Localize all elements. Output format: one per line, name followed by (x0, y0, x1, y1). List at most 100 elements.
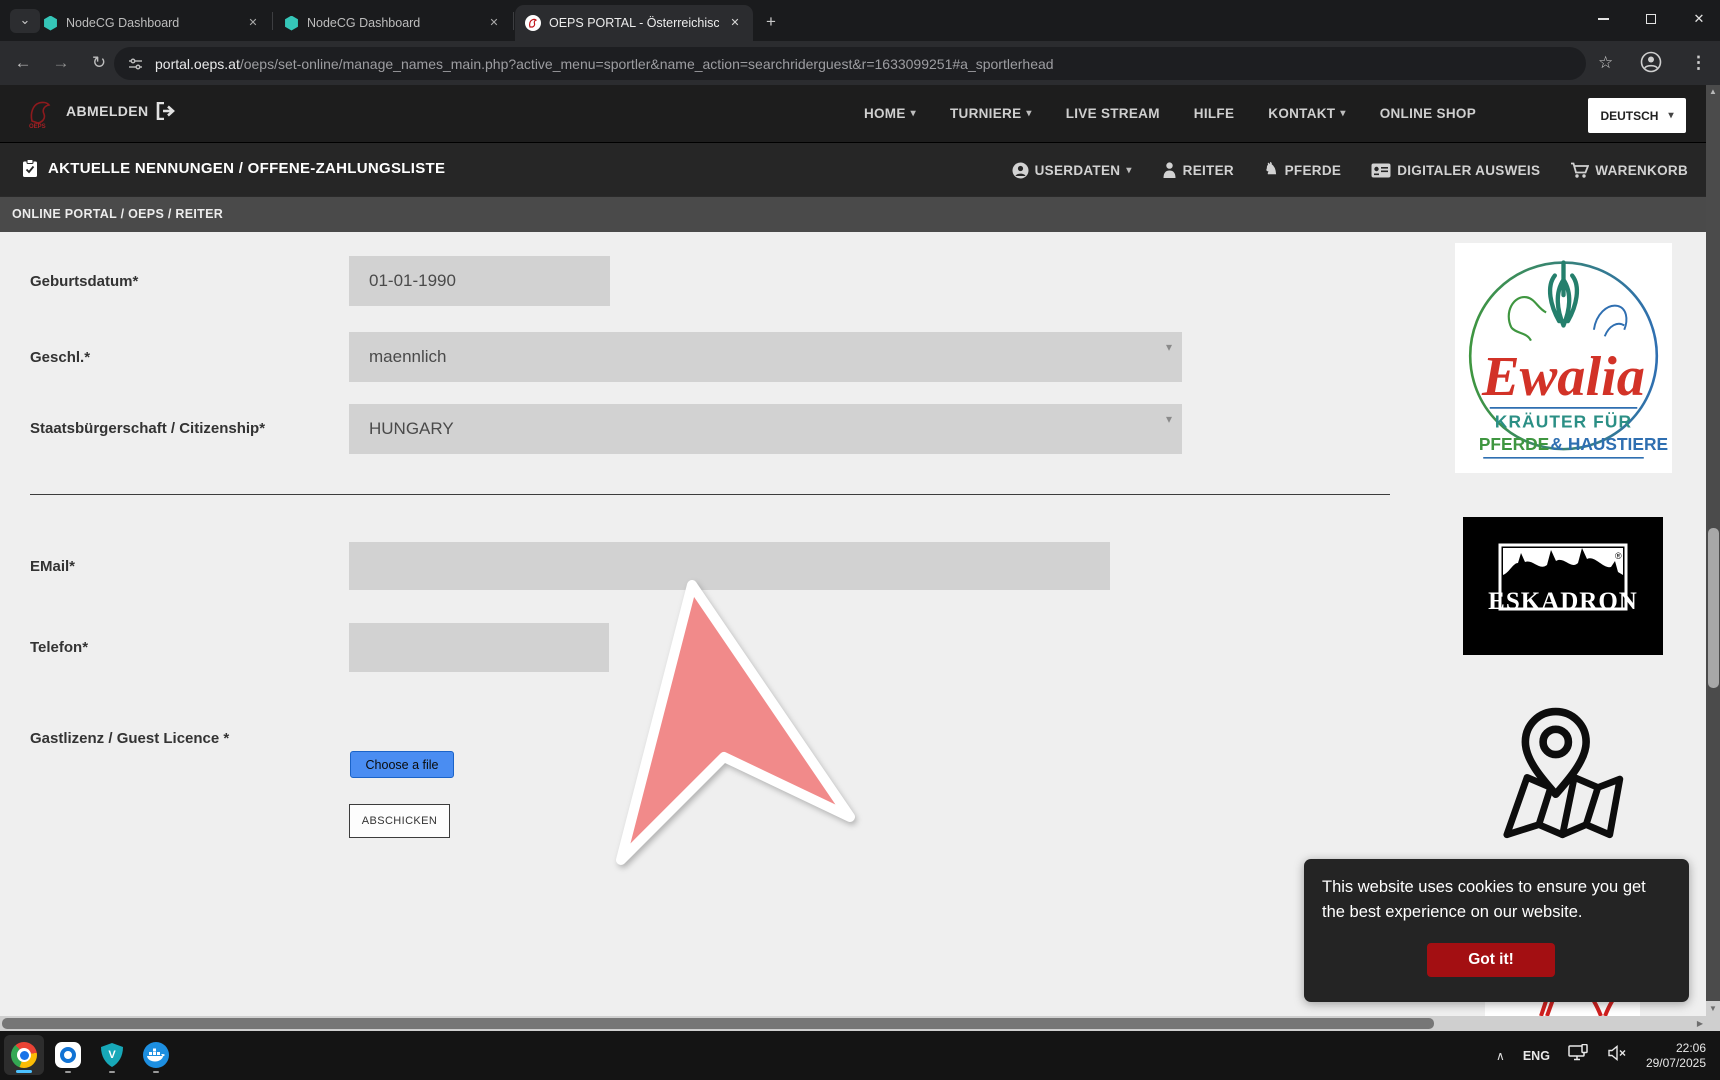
taskbar-chrome-button[interactable] (4, 1035, 44, 1075)
ewalia-line2b: & HAUSTIERE (1550, 434, 1668, 454)
menu-label: DIGITALER AUSWEIS (1397, 163, 1540, 178)
taskbar-app2-button[interactable] (48, 1035, 88, 1075)
eskadron-brand: ESKADRON (1488, 588, 1638, 615)
running-app-indicator (65, 1071, 71, 1074)
window-maximize-button[interactable] (1628, 0, 1674, 38)
horse-icon: ♞ (1264, 163, 1279, 177)
running-app-indicator (153, 1071, 159, 1074)
chevron-down-icon: ⌄ (20, 12, 31, 27)
email-input[interactable] (349, 542, 1110, 590)
ewalia-ad[interactable]: Ewalia KRÄUTER FÜR PFERDE & HAUSTIERE (1455, 243, 1672, 473)
address-bar[interactable]: portal.oeps.at/oeps/set-online/manage_na… (114, 47, 1586, 80)
profile-avatar-icon[interactable] (1640, 51, 1662, 78)
browser-menu-icon[interactable]: ⋮ (1690, 53, 1707, 73)
scroll-down-icon[interactable]: ▼ (1706, 1001, 1720, 1016)
tray-chevron-up-icon[interactable]: ∧ (1496, 1049, 1505, 1063)
minimize-icon (1598, 18, 1609, 20)
horizontal-scrollbar-thumb[interactable] (2, 1018, 1434, 1029)
site-top-nav: OEPS ABMELDEN HOME▾ TURNIERE▾ LIVE STREA… (0, 85, 1706, 142)
nav-hilfe[interactable]: HILFE (1194, 106, 1235, 121)
window-close-button[interactable]: ✕ (1676, 0, 1720, 38)
reload-button[interactable]: ↻ (84, 53, 114, 73)
choose-file-button[interactable]: Choose a file (350, 751, 454, 778)
menu-warenkorb[interactable]: WARENKORB (1570, 162, 1688, 179)
id-card-icon (1371, 163, 1391, 178)
ewalia-logo: Ewalia KRÄUTER FÜR PFERDE & HAUSTIERE (1455, 243, 1672, 473)
tab-close-icon[interactable]: ✕ (486, 15, 502, 31)
logout-label: ABMELDEN (66, 103, 149, 119)
oeps-logo[interactable]: OEPS (22, 95, 58, 136)
vertical-scrollbar[interactable]: ▲ ▼ (1706, 85, 1720, 1016)
menu-label: USERDATEN (1035, 163, 1121, 178)
volume-muted-icon[interactable] (1608, 1045, 1628, 1066)
back-button[interactable]: ← (8, 53, 38, 73)
menu-reiter[interactable]: REITER (1162, 162, 1234, 178)
menu-pferde[interactable]: ♞ PFERDE (1264, 163, 1341, 178)
gender-select[interactable]: maennlich ▾ (349, 332, 1182, 382)
map-location-ad[interactable] (1495, 703, 1630, 845)
windows-taskbar: V ∧ ENG 22:06 29/07/2025 (0, 1031, 1720, 1080)
nav-onlineshop[interactable]: ONLINE SHOP (1380, 106, 1476, 121)
taskbar-shield-button[interactable]: V (92, 1035, 132, 1075)
nodecg-favicon-icon (43, 16, 58, 31)
url-path: /oeps/set-online/manage_names_main.php?a… (240, 56, 1054, 72)
breadcrumb: ONLINE PORTAL / OEPS / REITER (12, 207, 223, 221)
citizenship-value: HUNGARY (369, 419, 454, 439)
vertical-scrollbar-thumb[interactable] (1708, 528, 1719, 688)
tab-oeps-active[interactable]: OEPS PORTAL - Österreichische ✕ (515, 5, 753, 41)
language-selector[interactable]: DEUTSCH ▾ (1588, 98, 1686, 133)
tab-nodecg-2[interactable]: NodeCG Dashboard ✕ (274, 5, 512, 41)
scroll-up-icon[interactable]: ▲ (1706, 87, 1720, 96)
network-icon[interactable] (1568, 1044, 1590, 1067)
scroll-right-icon[interactable]: ▶ (1697, 1019, 1703, 1028)
citizenship-select[interactable]: HUNGARY ▾ (349, 404, 1182, 454)
docker-icon (143, 1042, 169, 1068)
page-title-bar[interactable]: AKTUELLE NENNUNGEN / OFFENE-ZAHLUNGSLIST… (22, 159, 445, 178)
nav-livestream[interactable]: LIVE STREAM (1066, 106, 1160, 121)
nav-label: HILFE (1194, 106, 1235, 121)
menu-digitaler-ausweis[interactable]: DIGITALER AUSWEIS (1371, 163, 1540, 178)
phone-input[interactable] (349, 623, 609, 672)
nav-turniere[interactable]: TURNIERE▾ (950, 106, 1032, 121)
tab-close-icon[interactable]: ✕ (245, 15, 261, 31)
close-icon: ✕ (1694, 11, 1705, 27)
user-menu: USERDATEN ▾ REITER ♞ PFERDE DIGITALER AU… (1012, 143, 1688, 197)
bookmark-star-icon[interactable]: ☆ (1598, 53, 1613, 73)
submit-button[interactable]: ABSCHICKEN (349, 804, 450, 838)
svg-text:V: V (108, 1049, 116, 1061)
clipboard-check-icon (22, 159, 38, 178)
svg-text:OEPS: OEPS (29, 124, 46, 130)
forward-button[interactable]: → (46, 53, 76, 73)
tray-date: 29/07/2025 (1646, 1056, 1706, 1071)
logout-link[interactable]: ABMELDEN (66, 102, 176, 120)
taskbar-docker-button[interactable] (136, 1035, 176, 1075)
menu-userdaten[interactable]: USERDATEN ▾ (1012, 162, 1132, 179)
window-minimize-button[interactable] (1580, 0, 1626, 38)
breadcrumb-bar: ONLINE PORTAL / OEPS / REITER (0, 196, 1706, 232)
nav-label: LIVE STREAM (1066, 106, 1160, 121)
caret-down-icon: ▾ (1026, 108, 1031, 119)
site-settings-icon[interactable] (128, 57, 143, 71)
new-tab-button[interactable]: + (758, 9, 784, 35)
keyboard-language[interactable]: ENG (1523, 1049, 1550, 1063)
birthdate-input[interactable] (349, 256, 610, 306)
tab-close-icon[interactable]: ✕ (727, 15, 743, 31)
tab-nodecg-1[interactable]: NodeCG Dashboard ✕ (33, 5, 271, 41)
nav-label: ONLINE SHOP (1380, 106, 1476, 121)
browser-toolbar: ← → ↻ portal.oeps.at/oeps/set-online/man… (0, 41, 1720, 85)
nav-kontakt[interactable]: KONTAKT▾ (1268, 106, 1345, 121)
taskbar-clock[interactable]: 22:06 29/07/2025 (1646, 1041, 1706, 1071)
nav-home[interactable]: HOME▾ (864, 106, 916, 121)
caret-down-icon: ▾ (911, 108, 916, 119)
oeps-favicon-icon (525, 15, 541, 31)
tray-time: 22:06 (1646, 1041, 1706, 1056)
cookie-accept-button[interactable]: Got it! (1427, 943, 1555, 977)
eskadron-ad[interactable]: ® ESKADRON (1463, 517, 1663, 655)
caret-down-icon: ▾ (1126, 165, 1131, 176)
eskadron-logo: ® ESKADRON (1463, 517, 1663, 655)
gender-label: Geschl.* (30, 349, 90, 366)
cookie-message: This website uses cookies to ensure you … (1322, 875, 1672, 925)
horizontal-scrollbar[interactable]: ▶ (0, 1016, 1706, 1031)
citizenship-label: Staatsbürgerschaft / Citizenship* (30, 420, 265, 437)
main-menu: HOME▾ TURNIERE▾ LIVE STREAM HILFE KONTAK… (864, 85, 1476, 142)
